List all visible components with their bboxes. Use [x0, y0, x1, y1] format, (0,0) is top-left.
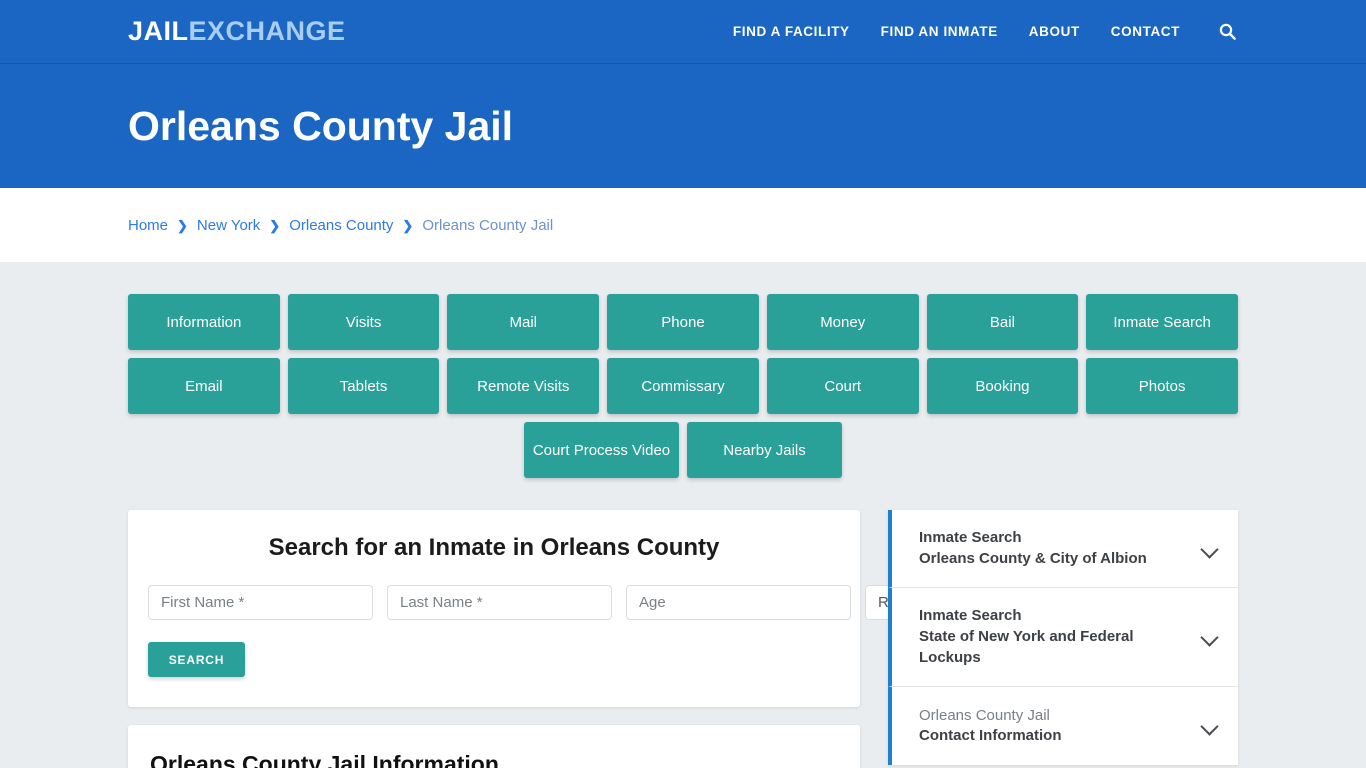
- nav-item-about[interactable]: ABOUT: [1029, 24, 1080, 39]
- category-button-photos[interactable]: Photos: [1086, 358, 1238, 414]
- search-icon[interactable]: [1216, 21, 1238, 43]
- nav-item-find-an-inmate[interactable]: FIND AN INMATE: [881, 24, 998, 39]
- content-columns: Search for an Inmate in Orleans County R…: [128, 510, 1238, 768]
- category-button-nearby-jails[interactable]: Nearby Jails: [687, 422, 842, 478]
- sidebar-column: Inmate Search Orleans County & City of A…: [888, 510, 1238, 766]
- category-button-commissary[interactable]: Commissary: [607, 358, 759, 414]
- accordion-item-line1: Orleans County Jail: [919, 706, 1050, 724]
- logo-text-primary: JAIL: [128, 16, 189, 46]
- accordion-item-line1: Inmate Search: [919, 529, 1022, 546]
- inmate-search-card: Search for an Inmate in Orleans County R…: [128, 510, 927, 707]
- hero-banner: Orleans County Jail: [0, 64, 1366, 188]
- primary-nav: FIND A FACILITY FIND AN INMATE ABOUT CON…: [733, 21, 1238, 43]
- breadcrumb: Home ❯ New York ❯ Orleans County ❯ Orlea…: [128, 217, 553, 234]
- category-button-court[interactable]: Court: [766, 358, 919, 414]
- breadcrumb-item-home[interactable]: Home: [128, 217, 168, 234]
- jail-information-card: Orleans County Jail Information: [128, 725, 860, 768]
- main-column: Search for an Inmate in Orleans County R…: [128, 510, 927, 768]
- accordion-item-line2: Contact Information: [919, 727, 1062, 745]
- category-button-court-process-video[interactable]: Court Process Video: [524, 422, 679, 478]
- sidebar-accordion: Inmate Search Orleans County & City of A…: [888, 510, 1238, 766]
- accordion-item-text: Orleans County Jail Contact Information: [919, 706, 1188, 747]
- accordion-item-inmate-search-state[interactable]: Inmate Search State of New York and Fede…: [888, 588, 1238, 688]
- jail-information-title: Orleans County Jail Information: [150, 751, 499, 768]
- category-button-money[interactable]: Money: [766, 294, 919, 350]
- category-button-booking[interactable]: Booking: [926, 358, 1079, 414]
- inmate-search-title: Search for an Inmate in Orleans County: [268, 534, 720, 561]
- category-button-email[interactable]: Email: [128, 358, 280, 414]
- breadcrumb-item-orleans-county[interactable]: Orleans County: [289, 217, 393, 234]
- nav-item-contact[interactable]: CONTACT: [1111, 24, 1180, 39]
- nav-item-find-a-facility[interactable]: FIND A FACILITY: [733, 24, 850, 39]
- top-navigation-bar: JAILEXCHANGE FIND A FACILITY FIND AN INM…: [0, 0, 1366, 64]
- accordion-item-line1: Inmate Search: [919, 607, 1022, 625]
- last-name-input[interactable]: [387, 585, 612, 620]
- breadcrumb-separator-icon: ❯: [269, 217, 281, 233]
- category-button-information[interactable]: Information: [128, 294, 280, 350]
- category-button-phone[interactable]: Phone: [607, 294, 759, 350]
- accordion-item-text: Inmate Search State of New York and Fede…: [919, 606, 1188, 668]
- accordion-item-line2: State of New York and Federal Lockups: [919, 628, 1134, 666]
- accordion-item-contact-information[interactable]: Orleans County Jail Contact Information: [888, 687, 1238, 766]
- category-button-row-3: Court Process Video Nearby Jails: [128, 422, 1238, 478]
- site-logo[interactable]: JAILEXCHANGE: [128, 16, 346, 47]
- category-button-remote-visits[interactable]: Remote Visits: [447, 358, 600, 414]
- category-button-grid: Information Visits Mail Phone Money Bail…: [128, 262, 1238, 414]
- accordion-item-line2: Orleans County & City of Albion: [919, 549, 1147, 567]
- chevron-down-icon[interactable]: [1200, 719, 1222, 733]
- breadcrumb-separator-icon: ❯: [402, 217, 414, 233]
- accordion-item-inmate-search-county[interactable]: Inmate Search Orleans County & City of A…: [888, 510, 1238, 589]
- accordion-item-text: Inmate Search Orleans County & City of A…: [919, 528, 1188, 569]
- breadcrumb-separator-icon: ❯: [177, 217, 188, 233]
- category-button-bail[interactable]: Bail: [926, 294, 1079, 350]
- category-button-mail[interactable]: Mail: [447, 294, 600, 350]
- category-button-tablets[interactable]: Tablets: [287, 358, 440, 414]
- age-input[interactable]: [626, 585, 851, 620]
- breadcrumb-item-new-york[interactable]: New York: [197, 217, 260, 234]
- first-name-input[interactable]: [148, 585, 373, 620]
- breadcrumb-item-current: Orleans County Jail: [422, 216, 554, 234]
- page-title: Orleans County Jail: [128, 102, 514, 149]
- logo-text-secondary: EXCHANGE: [188, 16, 346, 46]
- inmate-search-form: Race: [148, 585, 927, 620]
- search-button[interactable]: SEARCH: [148, 642, 245, 677]
- chevron-down-icon[interactable]: [1200, 630, 1222, 644]
- chevron-down-icon[interactable]: [1200, 542, 1222, 556]
- page-body: Information Visits Mail Phone Money Bail…: [0, 262, 1366, 768]
- category-button-inmate-search[interactable]: Inmate Search: [1086, 294, 1238, 350]
- breadcrumb-bar: Home ❯ New York ❯ Orleans County ❯ Orlea…: [0, 188, 1366, 262]
- category-button-visits[interactable]: Visits: [287, 294, 440, 350]
